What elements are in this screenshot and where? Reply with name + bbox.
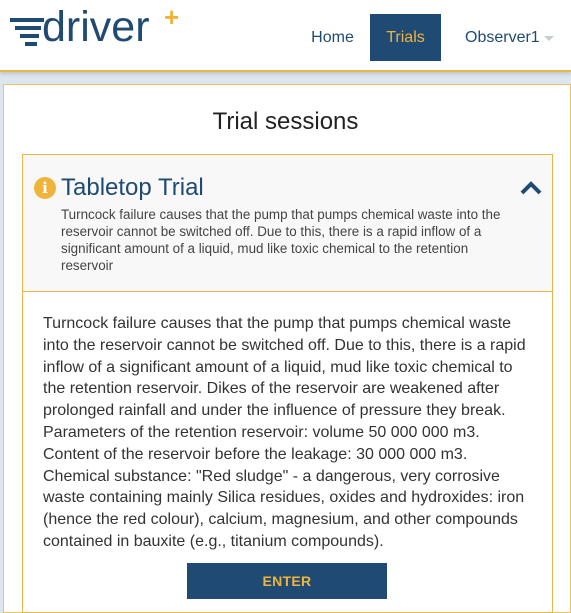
trial-card-header[interactable]: i Tabletop Trial Turncock failure causes… [23, 155, 552, 292]
nav-trials[interactable]: Trials [370, 14, 441, 61]
enter-button[interactable]: ENTER [187, 563, 387, 599]
trial-description: Turncock failure causes that the pump th… [43, 315, 526, 550]
navbar: driver + Home Trials Observer1 [0, 0, 571, 72]
driver-logo[interactable]: driver + [8, 4, 180, 56]
logo-text: driver [42, 3, 150, 51]
info-circle-icon: i [34, 177, 56, 199]
page-title: Trial sessions [212, 108, 359, 135]
chevron-down-icon[interactable] [544, 36, 554, 41]
nav-user-menu[interactable]: Observer1 [456, 14, 556, 61]
logo-plus: + [164, 2, 180, 32]
trial-summary: Turncock failure causes that the pump th… [61, 207, 501, 273]
trial-title: Tabletop Trial [61, 174, 204, 201]
trial-card: i Tabletop Trial Turncock failure causes… [22, 154, 553, 613]
chevron-up-icon[interactable] [520, 179, 542, 195]
nav-home[interactable]: Home [300, 14, 365, 61]
